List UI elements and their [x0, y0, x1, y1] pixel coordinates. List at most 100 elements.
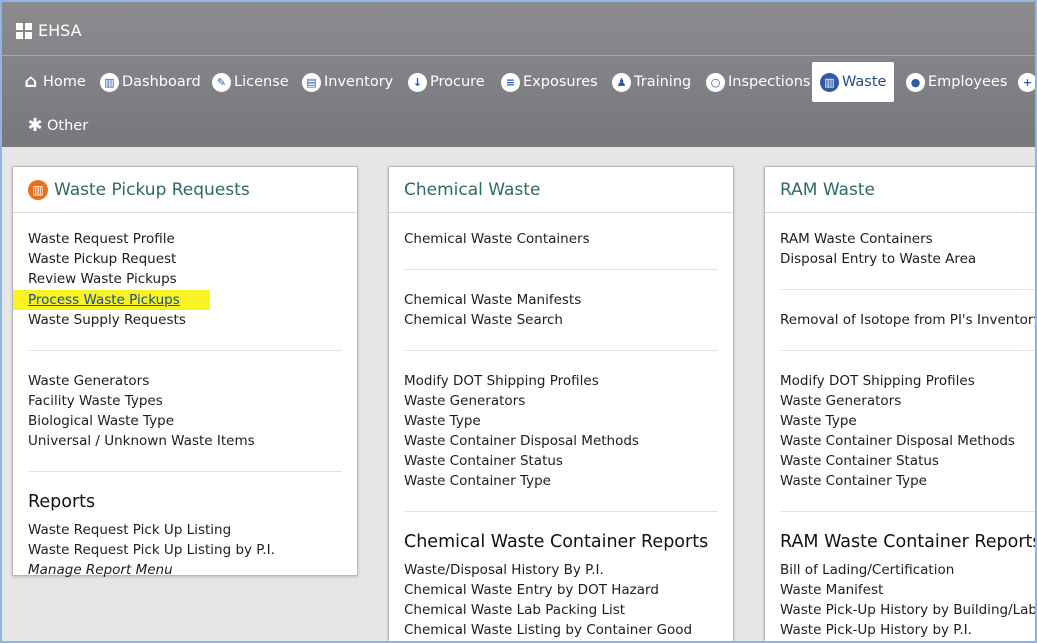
link-modify-dot-shipping-profiles[interactable]: Modify DOT Shipping Profiles — [780, 371, 1035, 391]
link-report-pickup-history-building[interactable]: Waste Pick-Up History by Building/Lab — [780, 600, 1035, 620]
link-facility-waste-types[interactable]: Facility Waste Types — [28, 391, 342, 411]
link-report-pickup-listing-by-pi[interactable]: Waste Request Pick Up Listing by P.I. — [28, 540, 342, 560]
nav-procure[interactable]: ↓ Procure — [402, 62, 491, 102]
trash-icon: ▥ — [28, 179, 48, 200]
panel-title: Waste Pickup Requests — [54, 179, 250, 200]
reports-heading: RAM Waste Container Reports — [780, 532, 1037, 552]
clipboard-icon: ≡ — [501, 72, 520, 92]
nav-more[interactable]: + — [1012, 62, 1035, 102]
link-universal-unknown-waste-items[interactable]: Universal / Unknown Waste Items — [28, 431, 342, 451]
top-bar: EHSA ⌂ Home ▥ Dashboard ✎ License ▤ Inve… — [2, 2, 1035, 147]
link-report-waste-disposal-history[interactable]: Waste/Disposal History By P.I. — [404, 560, 718, 580]
nav-label: Inventory — [324, 74, 394, 90]
link-report-pickup-listing[interactable]: Waste Request Pick Up Listing — [28, 520, 342, 540]
search-icon: ○ — [706, 72, 725, 92]
link-waste-container-disposal-methods[interactable]: Waste Container Disposal Methods — [780, 431, 1035, 451]
link-review-waste-pickups[interactable]: Review Waste Pickups — [28, 269, 342, 289]
link-report-lab-packing-list[interactable]: Chemical Waste Lab Packing List — [404, 600, 718, 620]
panel-body: Waste Request Profile Waste Pickup Reque… — [13, 213, 357, 580]
link-report-pickup-history-pi[interactable]: Waste Pick-Up History by P.I. — [780, 620, 1035, 640]
divider — [404, 511, 718, 512]
nav-label: Employees — [928, 74, 1008, 90]
content-area: ▥ Waste Pickup Requests Waste Request Pr… — [2, 147, 1035, 641]
panel-body: Chemical Waste Containers Chemical Waste… — [389, 213, 733, 640]
nav-label: Training — [634, 74, 692, 90]
reports-heading: Chemical Waste Container Reports — [404, 532, 709, 552]
dashboard-icon: ▥ — [100, 72, 119, 92]
app-brand[interactable]: EHSA — [16, 21, 82, 40]
asterisk-icon: ✱ — [27, 115, 43, 136]
link-waste-type[interactable]: Waste Type — [404, 411, 718, 431]
link-report-entry-by-dot-hazard[interactable]: Chemical Waste Entry by DOT Hazard — [404, 580, 718, 600]
nav-label: Exposures — [523, 74, 598, 90]
link-waste-type[interactable]: Waste Type — [780, 411, 1035, 431]
nav-label: Dashboard — [122, 74, 201, 90]
link-waste-container-disposal-methods[interactable]: Waste Container Disposal Methods — [404, 431, 718, 451]
panel-waste-pickup-requests: ▥ Waste Pickup Requests Waste Request Pr… — [12, 166, 358, 578]
nav-label: Procure — [430, 74, 485, 90]
nav-license[interactable]: ✎ License — [206, 62, 295, 102]
home-icon: ⌂ — [24, 71, 38, 92]
trash-icon: ▥ — [820, 72, 839, 92]
wrench-icon: ✎ — [212, 72, 231, 92]
nav-home[interactable]: ⌂ Home — [16, 62, 92, 102]
panel-header: RAM Waste — [765, 167, 1035, 213]
link-waste-container-type[interactable]: Waste Container Type — [404, 471, 718, 491]
plus-icon: + — [1018, 72, 1035, 92]
link-modify-dot-shipping-profiles[interactable]: Modify DOT Shipping Profiles — [404, 371, 718, 391]
nav-employees[interactable]: ● Employees — [900, 62, 1013, 102]
link-chemical-waste-containers[interactable]: Chemical Waste Containers — [404, 229, 718, 249]
link-biological-waste-type[interactable]: Biological Waste Type — [28, 411, 342, 431]
link-chemical-waste-search[interactable]: Chemical Waste Search — [404, 310, 718, 330]
link-waste-pickup-request[interactable]: Waste Pickup Request — [28, 249, 342, 269]
link-chemical-waste-manifests[interactable]: Chemical Waste Manifests — [404, 290, 718, 310]
link-waste-container-status[interactable]: Waste Container Status — [780, 451, 1035, 471]
link-waste-generators[interactable]: Waste Generators — [28, 371, 342, 391]
nav-label: License — [234, 74, 289, 90]
panel-chemical-waste: Chemical Waste Chemical Waste Containers… — [388, 166, 734, 641]
nav-label: Home — [43, 74, 86, 90]
link-process-waste-pickups[interactable]: Process Waste Pickups — [13, 290, 210, 310]
link-report-waste-manifest[interactable]: Waste Manifest — [780, 580, 1035, 600]
divider — [28, 350, 342, 351]
nav-waste[interactable]: ▥ Waste — [812, 62, 895, 102]
reports-heading: Reports — [28, 492, 96, 512]
link-waste-container-type[interactable]: Waste Container Type — [780, 471, 1035, 491]
panel-title: Chemical Waste — [404, 179, 541, 200]
panel-body: RAM Waste Containers Disposal Entry to W… — [765, 213, 1037, 640]
nav-training[interactable]: ♟ Training — [606, 62, 697, 102]
nav-inventory[interactable]: ▤ Inventory — [296, 62, 399, 102]
top-divider — [2, 55, 1035, 56]
link-waste-request-profile[interactable]: Waste Request Profile — [28, 229, 342, 249]
link-ram-waste-containers[interactable]: RAM Waste Containers — [780, 229, 1035, 249]
divider — [780, 289, 1035, 290]
nav-exposures[interactable]: ≡ Exposures — [495, 62, 604, 102]
divider — [404, 350, 718, 351]
grid-icon — [16, 22, 32, 39]
link-waste-generators[interactable]: Waste Generators — [404, 391, 718, 411]
link-waste-supply-requests[interactable]: Waste Supply Requests — [28, 310, 342, 330]
panel-title: RAM Waste — [780, 179, 875, 200]
link-report-bill-of-lading[interactable]: Bill of Lading/Certification — [780, 560, 1035, 580]
app-window: EHSA ⌂ Home ▥ Dashboard ✎ License ▤ Inve… — [0, 0, 1037, 643]
link-report-listing-by-container-good[interactable]: Chemical Waste Listing by Container Good — [404, 620, 718, 640]
nav-inspections[interactable]: ○ Inspections — [700, 62, 816, 102]
panel-ram-waste: RAM Waste RAM Waste Containers Disposal … — [764, 166, 1037, 641]
divider — [780, 511, 1035, 512]
nav-label: Waste — [842, 74, 887, 90]
link-removal-of-isotope[interactable]: Removal of Isotope from PI's Inventory — [780, 310, 1035, 330]
divider — [404, 269, 718, 270]
link-disposal-entry-to-waste-area[interactable]: Disposal Entry to Waste Area — [780, 249, 1035, 269]
employees-icon: ● — [906, 72, 925, 92]
link-waste-generators[interactable]: Waste Generators — [780, 391, 1035, 411]
panel-header: Chemical Waste — [389, 167, 733, 213]
nav-other[interactable]: ✱ Other — [20, 106, 94, 146]
download-icon: ↓ — [408, 72, 427, 92]
link-waste-container-status[interactable]: Waste Container Status — [404, 451, 718, 471]
inventory-icon: ▤ — [302, 72, 321, 92]
link-manage-report-menu[interactable]: Manage Report Menu — [28, 560, 342, 580]
nav-label: Other — [47, 118, 89, 134]
nav-dashboard[interactable]: ▥ Dashboard — [94, 62, 207, 102]
nav-label: Inspections — [728, 74, 811, 90]
app-title: EHSA — [38, 21, 82, 40]
